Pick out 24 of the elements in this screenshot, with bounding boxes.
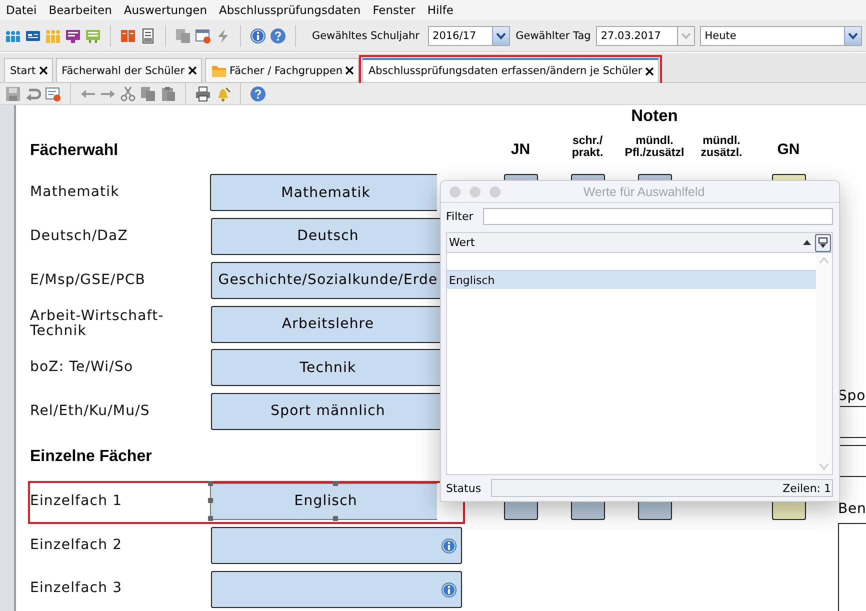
field-label: Einzelfach 1 — [30, 494, 124, 510]
field-label: boZ: Te/Wi/So — [30, 360, 134, 376]
field-label: Deutsch/DaZ — [30, 229, 129, 244]
field-label: Arbeit-Wirtschaft-Technik — [30, 308, 165, 340]
field-label: E/Msp/GSE/PCB — [30, 272, 146, 288]
section-heading: Einzelne Fächer — [30, 448, 152, 466]
filter-label: Filter — [446, 210, 474, 223]
column-header: mündl. Pfl./zusätzl — [624, 134, 686, 160]
field-label: Rel/Eth/Ku/Mu/S — [30, 404, 151, 420]
dialog-title: Werte für Auswahlfeld — [582, 184, 706, 198]
column-header: GN — [776, 142, 801, 158]
grades-heading: Noten — [631, 107, 678, 126]
field-label: Einzelfach 3 — [30, 581, 124, 597]
school-year-label: Gewähltes Schuljahr — [312, 30, 420, 42]
column-header: schr./ prakt. — [570, 134, 604, 160]
section-heading: Fächerwahl — [30, 142, 118, 160]
column-header: JN — [510, 142, 532, 158]
day-label: Gewählter Tag — [516, 30, 591, 42]
field-label: Einzelfach 2 — [30, 538, 124, 554]
status-label: Status — [446, 482, 482, 494]
row-count: Zeilen: 1 — [782, 482, 831, 494]
field-label: Ben — [838, 501, 866, 517]
column-header: mündl. zusätzl. — [700, 134, 744, 160]
field-label: Mathematik — [30, 185, 120, 201]
